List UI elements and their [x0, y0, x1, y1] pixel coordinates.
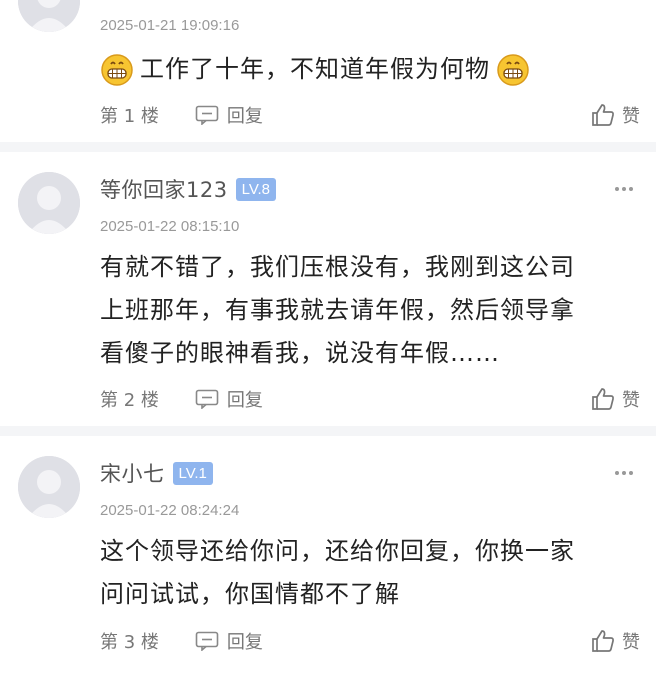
avatar-icon	[18, 0, 80, 32]
level-badge: LV.8	[235, 177, 276, 201]
comment-text: 工作了十年，不知道年假为何物	[100, 48, 635, 91]
avatar-icon	[18, 172, 80, 234]
comment-line: 这个领导还给你问，还给你回复，你换一家	[100, 537, 575, 565]
reply-label: 回复	[226, 106, 263, 127]
avatar[interactable]	[18, 0, 80, 32]
comment-timestamp: 2025-01-22 08:15:10	[100, 218, 240, 235]
comment-line: 问问试试，你国情都不了解	[100, 580, 400, 608]
comment-footer: 第 1 楼 回复 赞	[100, 100, 640, 130]
grinning-emoji-icon	[497, 53, 529, 86]
floor-number: 第 1 楼	[100, 106, 159, 127]
comment-2: 等你回家123 LV.8 2025-01-22 08:15:10 有就不错了，我…	[0, 152, 656, 436]
comment-1: 2025-01-21 19:09:16 工作了十年，不知道年假为何物 第 1 楼…	[0, 0, 656, 152]
user-info: 宋小七 LV.1	[100, 458, 213, 488]
reply-icon	[195, 389, 219, 409]
comment-3: 宋小七 LV.1 2025-01-22 08:24:24 这个领导还给你问，还给…	[0, 436, 656, 674]
comment-timestamp: 2025-01-22 08:24:24	[100, 502, 240, 519]
reply-label: 回复	[226, 632, 263, 653]
floor-number: 第 2 楼	[100, 390, 159, 411]
reply-icon	[195, 105, 219, 125]
like-button[interactable]: 赞	[590, 386, 640, 412]
thumbs-up-icon	[592, 630, 614, 652]
comment-footer: 第 3 楼 回复 赞	[100, 626, 640, 656]
comment-thread: 2025-01-21 19:09:16 工作了十年，不知道年假为何物 第 1 楼…	[0, 0, 656, 674]
username[interactable]: 宋小七	[100, 458, 165, 488]
floor-number: 第 3 楼	[100, 632, 159, 653]
comment-line: 上班那年，有事我就去请年假，然后领导拿	[100, 296, 575, 324]
reply-button[interactable]: 回复	[195, 386, 263, 412]
more-icon[interactable]	[614, 470, 634, 476]
reply-button[interactable]: 回复	[195, 628, 263, 654]
comment-line: 工作了十年，不知道年假为何物	[140, 55, 490, 83]
comment-text: 这个领导还给你问，还给你回复，你换一家 问问试试，你国情都不了解	[100, 530, 635, 616]
like-label: 赞	[622, 106, 640, 127]
thumbs-up-icon	[592, 388, 614, 410]
avatar[interactable]	[18, 456, 80, 518]
reply-icon	[195, 631, 219, 651]
comment-text: 有就不错了，我们压根没有，我刚到这公司 上班那年，有事我就去请年假，然后领导拿 …	[100, 246, 635, 375]
reply-button[interactable]: 回复	[195, 102, 263, 128]
like-button[interactable]: 赞	[590, 102, 640, 128]
comment-footer: 第 2 楼 回复 赞	[100, 384, 640, 414]
avatar-icon	[18, 456, 80, 518]
comment-line: 有就不错了，我们压根没有，我刚到这公司	[100, 253, 575, 281]
avatar[interactable]	[18, 172, 80, 234]
level-badge: LV.1	[172, 461, 213, 485]
like-label: 赞	[622, 390, 640, 411]
comment-timestamp: 2025-01-21 19:09:16	[100, 17, 240, 34]
more-icon[interactable]	[614, 186, 634, 192]
user-info: 等你回家123 LV.8	[100, 174, 276, 204]
grinning-emoji-icon	[101, 53, 133, 86]
like-label: 赞	[622, 632, 640, 653]
comment-line: 看傻子的眼神看我，说没有年假……	[100, 339, 500, 367]
like-button[interactable]: 赞	[590, 628, 640, 654]
reply-label: 回复	[226, 390, 263, 411]
thumbs-up-icon	[592, 104, 614, 126]
username[interactable]: 等你回家123	[100, 174, 228, 204]
